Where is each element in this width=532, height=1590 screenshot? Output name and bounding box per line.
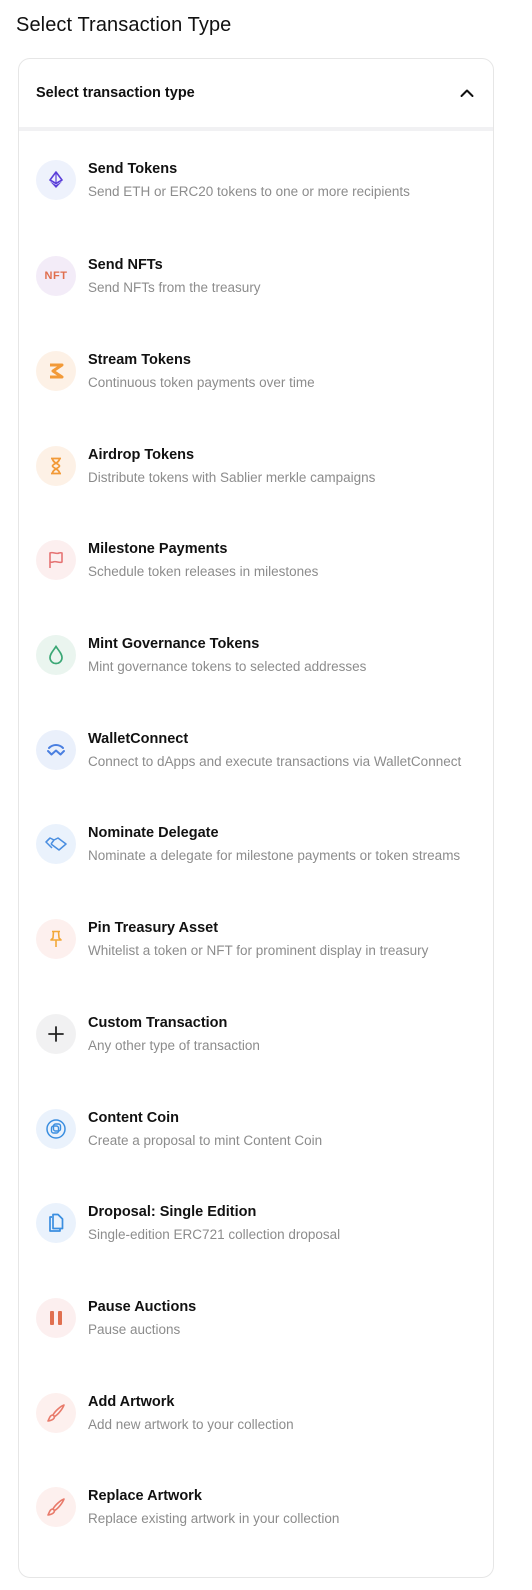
option-title: Mint Governance Tokens xyxy=(88,636,260,653)
option-text: Pause Auctions Pause auctions xyxy=(88,1298,196,1338)
option-title: Send Tokens xyxy=(88,161,178,177)
stream-icon xyxy=(36,351,76,392)
option-text: Add Artwork Add new artwork to your colle… xyxy=(88,1393,294,1433)
option-text: Custom Transaction Any other type of tran… xyxy=(88,1014,260,1054)
option-title: Nominate Delegate xyxy=(88,825,219,842)
transaction-type-select: Select transaction type Send Tokens Send … xyxy=(18,58,494,1578)
option-send-tokens[interactable]: Send Tokens Send ETH or ERC20 tokens to o… xyxy=(19,131,493,229)
option-pause-auctions[interactable]: Pause Auctions Pause auctions xyxy=(19,1271,493,1366)
option-droposal-single-edition[interactable]: Droposal: Single Edition Single-edition E… xyxy=(19,1176,493,1271)
option-text: Replace Artwork Replace existing artwork … xyxy=(88,1487,339,1527)
select-header[interactable]: Select transaction type xyxy=(19,59,493,131)
option-text: Send NFTs Send NFTs from the treasury xyxy=(88,256,261,296)
option-airdrop-tokens[interactable]: Airdrop Tokens Distribute tokens with Sab… xyxy=(19,418,493,513)
option-text: Droposal: Single Edition Single-edition E… xyxy=(88,1203,340,1243)
option-custom-transaction[interactable]: Custom Transaction Any other type of tran… xyxy=(19,987,493,1082)
options-list: Send Tokens Send ETH or ERC20 tokens to o… xyxy=(19,131,493,1555)
option-content-coin[interactable]: Content Coin Create a proposal to mint Co… xyxy=(19,1081,493,1176)
option-send-nfts[interactable]: NFT Send NFTs Send NFTs from the treasury xyxy=(19,229,493,324)
option-title: Pause Auctions xyxy=(88,1298,197,1315)
chevron-up-icon[interactable] xyxy=(459,85,475,101)
copy-icon xyxy=(36,1203,76,1244)
option-title: Milestone Payments xyxy=(88,541,228,558)
page-title: Select Transaction Type xyxy=(16,14,232,36)
option-description: Create a proposal to mint Content Coin xyxy=(88,1132,323,1148)
pause-icon xyxy=(36,1297,76,1338)
flag-icon xyxy=(36,540,76,581)
option-title: Pin Treasury Asset xyxy=(88,920,219,937)
select-label: Select transaction type xyxy=(36,85,195,101)
option-text: Airdrop Tokens Distribute tokens with Sab… xyxy=(88,446,375,486)
option-description: Connect to dApps and execute transaction… xyxy=(88,753,462,769)
option-text: Nominate Delegate Nominate a delegate for… xyxy=(88,824,460,864)
option-nominate-delegate[interactable]: Nominate Delegate Nominate a delegate for… xyxy=(19,797,493,892)
option-title: Stream Tokens xyxy=(88,352,191,369)
option-text: Stream Tokens Continuous token payments o… xyxy=(88,351,315,391)
option-milestone-payments[interactable]: Milestone Payments Schedule token release… xyxy=(19,513,493,608)
brush-icon xyxy=(36,1487,76,1528)
hourglass-icon xyxy=(36,445,76,486)
option-text: Mint Governance Tokens Mint governance to… xyxy=(88,635,366,675)
option-text: Send Tokens Send ETH or ERC20 tokens to o… xyxy=(88,160,410,200)
option-description: Add new artwork to your collection xyxy=(88,1416,294,1432)
coin-icon xyxy=(36,1108,76,1149)
option-title: Replace Artwork xyxy=(88,1488,202,1505)
option-add-artwork[interactable]: Add Artwork Add new artwork to your colle… xyxy=(19,1365,493,1460)
option-title: Custom Transaction xyxy=(88,1014,228,1031)
option-pin-treasury-asset[interactable]: Pin Treasury Asset Whitelist a token or N… xyxy=(19,892,493,987)
option-description: Mint governance tokens to selected addre… xyxy=(88,659,367,675)
option-description: Send NFTs from the treasury xyxy=(88,280,261,296)
droplet-icon xyxy=(36,635,76,676)
option-title: Add Artwork xyxy=(88,1393,175,1410)
pin-icon xyxy=(36,919,76,960)
option-description: Pause auctions xyxy=(88,1321,181,1337)
nft-icon: NFT xyxy=(36,256,76,297)
brush-icon xyxy=(36,1392,76,1433)
option-description: Single-edition ERC721 collection droposa… xyxy=(88,1227,341,1243)
option-description: Continuous token payments over time xyxy=(88,375,315,391)
option-title: Send NFTs xyxy=(88,257,163,274)
walletconnect-icon xyxy=(36,729,76,770)
option-title: WalletConnect xyxy=(88,730,189,747)
option-title: Content Coin xyxy=(88,1109,180,1126)
page: Select Transaction Type Select transacti… xyxy=(0,0,532,1590)
option-description: Replace existing artwork in your collect… xyxy=(88,1511,340,1527)
option-text: Milestone Payments Schedule token release… xyxy=(88,540,318,580)
handshake-icon xyxy=(36,824,76,865)
option-title: Airdrop Tokens xyxy=(88,446,195,463)
nft-icon-text: NFT xyxy=(44,270,68,283)
option-description: Any other type of transaction xyxy=(88,1037,260,1053)
plus-icon xyxy=(36,1013,76,1054)
option-walletconnect[interactable]: WalletConnect Connect to dApps and execut… xyxy=(19,702,493,797)
option-description: Schedule token releases in milestones xyxy=(88,564,319,580)
ethereum-icon xyxy=(36,160,76,200)
option-stream-tokens[interactable]: Stream Tokens Continuous token payments o… xyxy=(19,324,493,419)
option-description: Whitelist a token or NFT for prominent d… xyxy=(88,943,429,959)
option-title: Droposal: Single Edition xyxy=(88,1204,257,1221)
option-text: Pin Treasury Asset Whitelist a token or N… xyxy=(88,919,428,959)
option-text: Content Coin Create a proposal to mint Co… xyxy=(88,1109,322,1149)
option-text: WalletConnect Connect to dApps and execut… xyxy=(88,730,461,770)
option-mint-governance-tokens[interactable]: Mint Governance Tokens Mint governance to… xyxy=(19,608,493,703)
option-description: Nominate a delegate for milestone paymen… xyxy=(88,848,461,864)
option-description: Distribute tokens with Sablier merkle ca… xyxy=(88,469,376,485)
option-description: Send ETH or ERC20 tokens to one or more … xyxy=(88,184,410,199)
option-replace-artwork[interactable]: Replace Artwork Replace existing artwork … xyxy=(19,1460,493,1555)
